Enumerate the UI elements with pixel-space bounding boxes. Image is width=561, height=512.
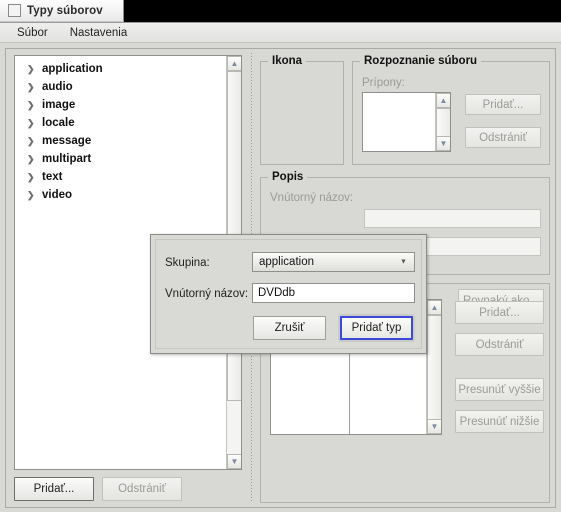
group-combobox[interactable]: application ▼ [252,252,415,272]
attribute-add-button: Pridať... [455,301,544,324]
left-pane-buttons: Pridať... Odstrániť [14,477,242,501]
tree-item-multipart[interactable]: ❯ multipart [15,150,227,168]
tree-item-label: locale [42,117,75,129]
tree-item-image[interactable]: ❯ image [15,96,227,114]
window-title: Typy súborov [27,4,103,17]
scroll-down-icon[interactable]: ▼ [436,136,450,151]
scroll-up-icon[interactable]: ▲ [227,56,241,71]
tree-item-locale[interactable]: ❯ locale [15,114,227,132]
tree-item-label: multipart [42,153,92,165]
tree-item-label: application [42,63,103,75]
dialog-group-label: Skupina: [165,257,210,269]
group-combobox-value: application [259,256,314,268]
extension-add-button: Pridať... [465,94,541,115]
extra-scroll-thumb[interactable] [427,315,441,421]
chevron-right-icon[interactable]: ❯ [27,136,38,146]
extensions-scrollbar[interactable]: ▲ ▼ [435,93,450,151]
chevron-right-icon[interactable]: ❯ [27,82,38,92]
tree-item-label: message [42,135,92,147]
internal-name-field [364,209,541,228]
attribute-move-up-button: Presunúť vyššie [455,378,544,401]
tree-item-message[interactable]: ❯ message [15,132,227,150]
chevron-right-icon[interactable]: ❯ [27,64,38,74]
tree-item-text[interactable]: ❯ text [15,168,227,186]
chevron-right-icon[interactable]: ❯ [27,190,38,200]
chevron-right-icon[interactable]: ❯ [27,154,38,164]
scroll-up-icon[interactable]: ▲ [427,300,441,315]
attribute-remove-button: Odstrániť [455,333,544,356]
tree-item-label: text [42,171,63,183]
scroll-down-icon[interactable]: ▼ [227,454,241,469]
tree-item-label: video [42,189,73,201]
dialog-name-label: Vnútorný názov: [165,288,249,300]
recognition-group-title: Rozpoznanie súboru [364,55,478,67]
internal-name-label: Vnútorný názov: [270,192,354,204]
remove-type-button: Odstrániť [102,477,182,501]
add-type-dialog: Skupina: application ▼ Vnútorný názov: D… [150,234,427,354]
tree-item-label: image [42,99,76,111]
title-bar: Typy súborov [0,0,561,22]
menu-bar: Súbor Nastavenia [0,23,561,43]
extensions-listbox[interactable]: ▲ ▼ [362,92,451,152]
internal-name-input[interactable]: DVDdb [252,283,415,303]
chevron-down-icon[interactable]: ▼ [397,256,410,269]
extra-attributes-scrollbar[interactable]: ▲ ▼ [426,300,441,434]
add-type-button[interactable]: Pridať... [14,477,94,501]
tree-item-application[interactable]: ❯ application [15,60,227,78]
attribute-move-down-button: Presunúť nižšie [455,410,544,433]
description-group-title: Popis [272,171,304,183]
extensions-scroll-track[interactable] [436,108,450,138]
chevron-right-icon[interactable]: ❯ [27,118,38,128]
extensions-label: Prípony: [362,77,405,89]
scroll-up-icon[interactable]: ▲ [436,93,450,108]
icon-group: Ikona [260,55,344,165]
main-window: Súbor Nastavenia ❯ application ❯ audio ❯ [0,22,561,512]
chevron-right-icon[interactable]: ❯ [27,172,38,182]
chevron-right-icon[interactable]: ❯ [27,100,38,110]
extra-scroll-track[interactable] [427,315,441,421]
menu-item-nastavenia[interactable]: Nastavenia [59,26,139,40]
window-tab[interactable]: Typy súborov [0,0,124,22]
icon-group-title: Ikona [272,55,303,67]
tree-item-audio[interactable]: ❯ audio [15,78,227,96]
cancel-button[interactable]: Zrušiť [253,316,326,340]
menu-item-subor[interactable]: Súbor [6,26,59,40]
extensions-scroll-thumb[interactable] [436,108,450,138]
tree-item-label: audio [42,81,73,93]
window-icon [8,4,21,17]
tree-item-video[interactable]: ❯ video [15,186,227,204]
tree-item-list: ❯ application ❯ audio ❯ image ❯ locale ❯… [15,60,227,204]
scroll-down-icon[interactable]: ▼ [427,419,441,434]
extension-remove-button: Odstrániť [465,127,541,148]
add-type-confirm-button[interactable]: Pridať typ [340,316,413,340]
